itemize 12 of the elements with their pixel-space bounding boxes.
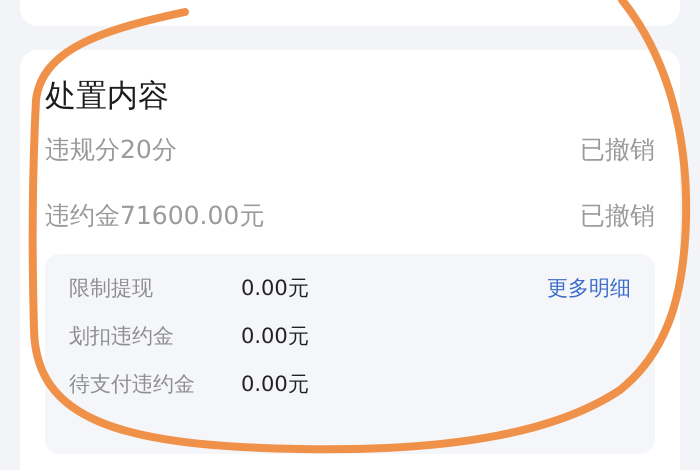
penalty-label: 违约金71600.00元 — [45, 200, 264, 232]
penalty-label: 违规分20分 — [45, 134, 177, 166]
status-text: 已撤销 — [580, 134, 655, 166]
detail-value: 0.00元 — [241, 322, 309, 350]
detail-label: 待支付违约金 — [69, 370, 196, 398]
more-details-link[interactable]: 更多明细 — [547, 272, 631, 304]
detail-value: 0.00元 — [241, 274, 309, 302]
detail-label: 限制提现 — [69, 274, 154, 302]
status-text: 已撤销 — [580, 200, 655, 232]
detail-label: 划扣违约金 — [69, 322, 175, 350]
section-title: 处置内容 — [45, 77, 170, 116]
detail-value: 0.00元 — [241, 370, 309, 398]
